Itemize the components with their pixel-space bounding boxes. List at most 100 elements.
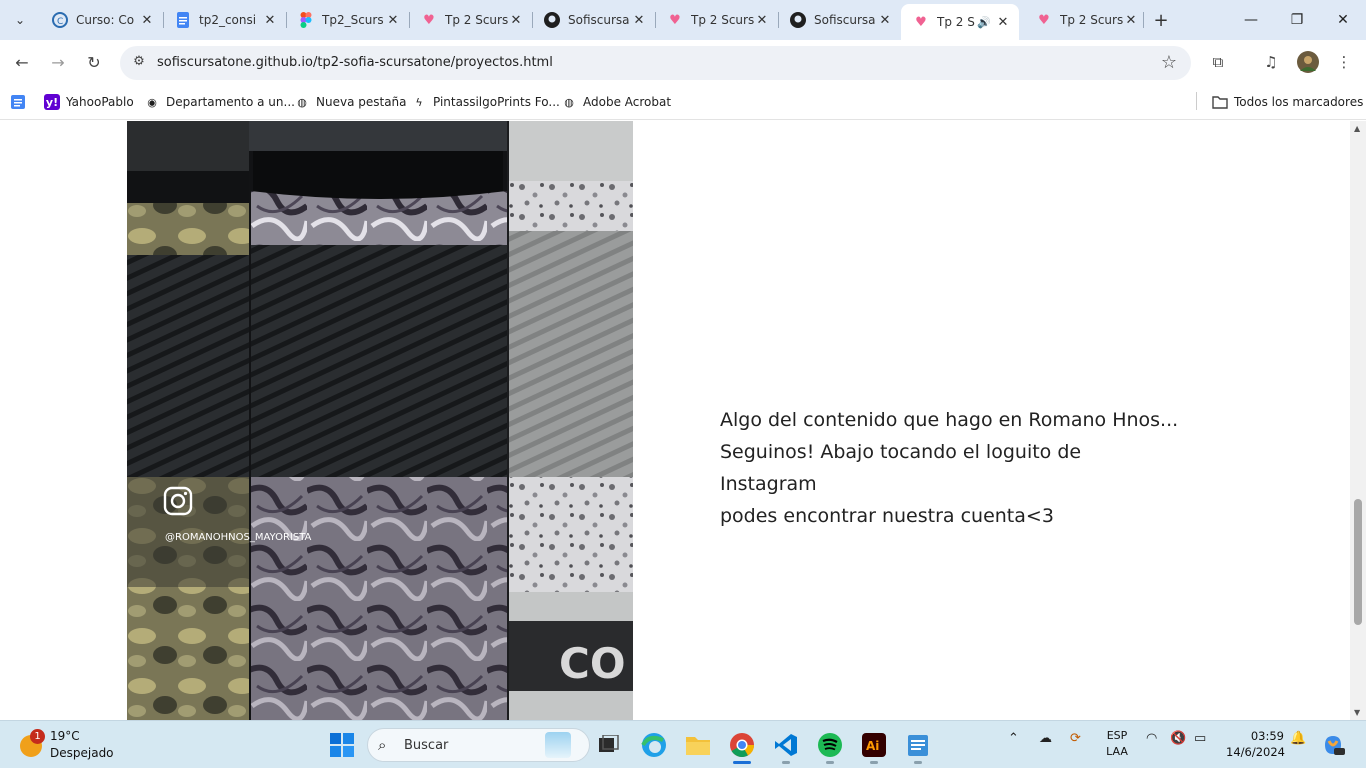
- illustrator-app[interactable]: Ai: [858, 729, 890, 761]
- tab-5[interactable]: Sofiscursa ✕: [532, 6, 655, 34]
- copilot-button[interactable]: [1318, 729, 1348, 761]
- browser-toolbar: ← → ↻ ⚙ sofiscursatone.github.io/tp2-sof…: [0, 40, 1366, 84]
- app-indicator: [782, 761, 790, 764]
- heart-icon: ♥: [423, 12, 435, 28]
- file-explorer-app[interactable]: [682, 729, 714, 761]
- close-icon[interactable]: ✕: [631, 13, 647, 28]
- tab-1[interactable]: C Curso: Co ✕: [40, 6, 163, 34]
- close-icon[interactable]: ✕: [1123, 13, 1139, 28]
- bookmarks-bar: y! YahooPablo ◉ Departamento a un... ◍ Nuev…: [0, 84, 1366, 120]
- tab-8-active[interactable]: ♥ Tp 2 S 🔊 ✕: [901, 4, 1019, 40]
- bookmark-label: Departamento a un...: [166, 95, 295, 109]
- bookmark-label: PintassilgoPrints Fo...: [433, 95, 560, 109]
- extensions-icon[interactable]: ⧉: [1206, 50, 1230, 74]
- tab-7[interactable]: Sofiscursa ✕: [778, 6, 901, 34]
- close-icon[interactable]: ✕: [262, 13, 278, 28]
- notification-bell-icon[interactable]: 🔔: [1290, 731, 1306, 746]
- notepad-app[interactable]: [902, 729, 934, 761]
- bookmark-departamento[interactable]: ◉ Departamento a un...: [144, 92, 295, 112]
- page-scrollbar[interactable]: ▲ ▼: [1350, 121, 1366, 720]
- task-view-button[interactable]: [593, 729, 625, 761]
- weather-widget[interactable]: 1 19°C Despejado: [18, 729, 128, 763]
- bookmark-label: Adobe Acrobat: [583, 95, 672, 109]
- task-view-icon: [599, 735, 619, 752]
- docs-icon: [175, 12, 191, 28]
- tab-4[interactable]: ♥ Tp 2 Scurs ✕: [409, 6, 532, 34]
- svg-text:Ai: Ai: [866, 739, 879, 753]
- bookmark-pintassilgo[interactable]: ϟ PintassilgoPrints Fo...: [411, 92, 560, 112]
- eye-icon: ◉: [147, 95, 157, 109]
- speaker-icon[interactable]: 🔊: [977, 16, 991, 29]
- new-tab-button[interactable]: +: [1150, 9, 1172, 31]
- edu-icon: C: [52, 12, 68, 28]
- close-icon[interactable]: ✕: [508, 13, 524, 28]
- description-line-2: Seguinos! Abajo tocando el loguito de In…: [720, 441, 1082, 495]
- tab-title: Sofiscursa: [814, 13, 876, 27]
- close-window-button[interactable]: ✕: [1328, 6, 1358, 34]
- scroll-down-icon[interactable]: ▼: [1354, 708, 1360, 717]
- spotify-app[interactable]: [814, 729, 846, 761]
- clock-time: 03:59: [1250, 729, 1284, 743]
- vscode-app[interactable]: [770, 729, 802, 761]
- sync-icon[interactable]: ⟳: [1070, 731, 1081, 746]
- forward-button[interactable]: →: [46, 50, 70, 74]
- volume-muted-icon[interactable]: 🔇: [1170, 731, 1186, 746]
- bookmark-yahoopablo[interactable]: y! YahooPablo: [44, 92, 134, 112]
- tab-6[interactable]: ♥ Tp 2 Scurs ✕: [655, 6, 778, 34]
- battery-icon[interactable]: ▭: [1194, 731, 1206, 746]
- menu-kebab-icon[interactable]: ⋮: [1332, 50, 1356, 74]
- tab-2[interactable]: tp2_consi ✕: [163, 6, 286, 34]
- project-description: Algo del contenido que hago en Romano Hn…: [720, 404, 1180, 532]
- photo-caption: @ROMANOHNOS_MAYORISTA: [165, 532, 312, 543]
- app-indicator: [826, 761, 834, 764]
- all-bookmarks-button[interactable]: Todos los marcadores: [1212, 92, 1363, 112]
- close-icon[interactable]: ✕: [139, 13, 155, 28]
- onedrive-icon[interactable]: ☁: [1039, 731, 1052, 746]
- photo-brand-text: CO: [559, 639, 626, 688]
- docs-bookmark[interactable]: [10, 92, 32, 112]
- wifi-icon[interactable]: ◠: [1146, 731, 1157, 746]
- profile-avatar[interactable]: [1296, 50, 1320, 74]
- back-button[interactable]: ←: [10, 50, 34, 74]
- scrollbar-thumb[interactable]: [1354, 499, 1362, 625]
- chevron-up-icon[interactable]: ⌃: [1008, 731, 1019, 746]
- language-indicator[interactable]: ESP LAA: [1104, 728, 1130, 760]
- windows-taskbar: 1 19°C Despejado ⌕ Buscar Ai ⌃ ☁ ⟳ ESP L…: [0, 720, 1366, 768]
- close-icon[interactable]: ✕: [754, 13, 770, 28]
- restore-button[interactable]: ❐: [1282, 6, 1312, 34]
- tab-title: Tp 2 Scurs: [691, 13, 754, 27]
- folder-icon: [686, 737, 710, 755]
- scroll-up-icon[interactable]: ▲: [1354, 124, 1360, 133]
- close-icon[interactable]: ✕: [995, 15, 1011, 30]
- bookmark-nueva-pestana[interactable]: ◍ Nueva pestaña: [294, 92, 407, 112]
- edge-app[interactable]: [638, 729, 670, 761]
- start-button[interactable]: [326, 729, 358, 761]
- reload-button[interactable]: ↻: [82, 50, 106, 74]
- tab-title: Tp 2 S: [937, 15, 975, 29]
- illustrator-icon: Ai: [862, 733, 886, 757]
- tab-9[interactable]: ♥ Tp 2 Scurs ✕: [1024, 6, 1147, 34]
- chrome-app[interactable]: [726, 729, 758, 761]
- project-photo: CO @ROMANOHNOS_MAYORISTA: [127, 121, 633, 720]
- bookmark-label: Nueva pestaña: [316, 95, 407, 109]
- notification-badge: 1: [30, 729, 45, 744]
- tab-title: tp2_consi: [199, 13, 257, 27]
- tab-3[interactable]: Tp2_Scurs ✕: [286, 6, 409, 34]
- close-icon[interactable]: ✕: [877, 13, 893, 28]
- site-info-icon[interactable]: ⚙: [130, 54, 148, 72]
- close-icon[interactable]: ✕: [385, 13, 401, 28]
- taskbar-search[interactable]: ⌕ Buscar: [367, 728, 590, 762]
- app-indicator: [914, 761, 922, 764]
- minimize-button[interactable]: —: [1236, 6, 1266, 34]
- heart-icon: ♥: [915, 14, 927, 30]
- media-control-icon[interactable]: ♫: [1259, 50, 1283, 74]
- system-clock[interactable]: 03:59 14/6/2024: [1226, 728, 1285, 760]
- bookmark-star-icon[interactable]: ☆: [1161, 52, 1177, 73]
- bookmark-adobe-acrobat[interactable]: ◍ Adobe Acrobat: [561, 92, 671, 112]
- bolt-icon: ϟ: [415, 95, 423, 109]
- address-bar[interactable]: ⚙ sofiscursatone.github.io/tp2-sofia-scu…: [120, 46, 1191, 80]
- close-icon: ✕: [1337, 12, 1349, 28]
- edge-icon: [641, 733, 666, 757]
- tab-search-button[interactable]: ⌄: [8, 9, 32, 31]
- url-text[interactable]: sofiscursatone.github.io/tp2-sofia-scurs…: [157, 55, 553, 70]
